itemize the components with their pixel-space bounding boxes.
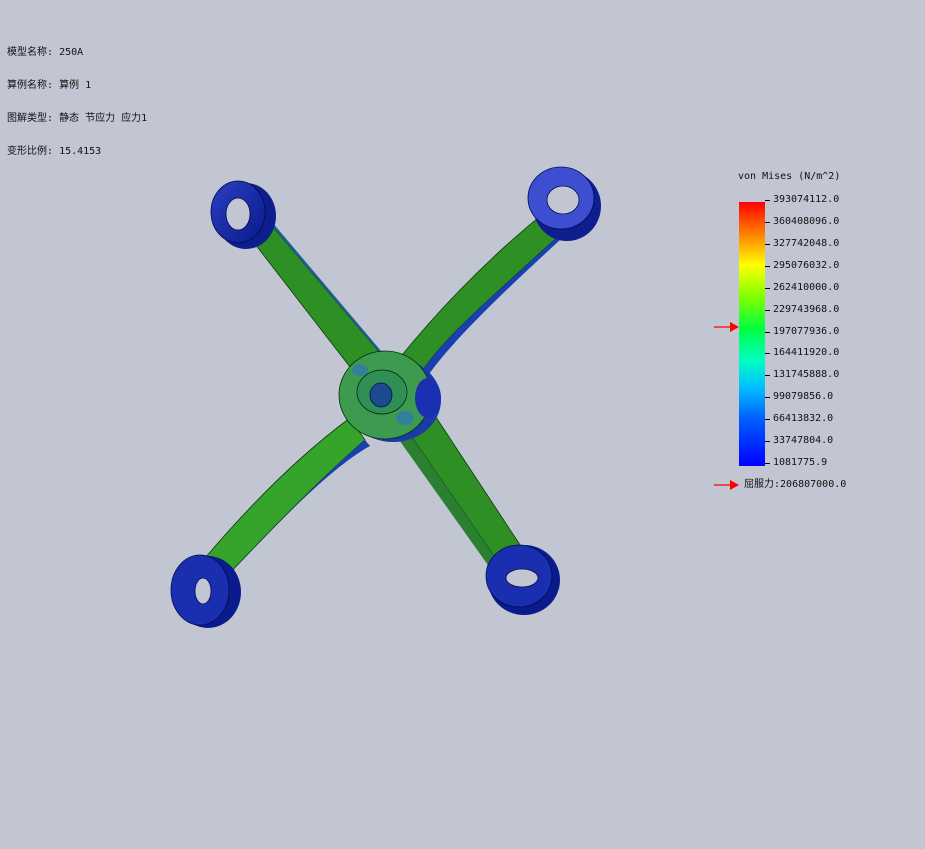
arm-top-right	[397, 211, 566, 376]
hub-blue-patch-1	[352, 364, 368, 376]
legend-tick	[765, 375, 770, 376]
yield-strength-value: 206807000.0	[780, 479, 847, 490]
yield-arrow	[714, 480, 739, 490]
legend-tick	[765, 332, 770, 333]
legend-tick-label: 131745888.0	[773, 369, 840, 380]
arm-top-right-underside	[420, 230, 565, 380]
legend-tick-label: 1081775.9	[773, 457, 828, 468]
legend-color-bar	[739, 202, 765, 466]
boss-bottom-right	[485, 544, 560, 615]
legend-title: von Mises (N/m^2)	[738, 171, 841, 182]
legend-tick-label: 360408096.0	[773, 216, 840, 227]
legend-tick	[765, 441, 770, 442]
yield-strength-label: 屈服力:	[744, 479, 781, 490]
legend-tick	[765, 310, 770, 311]
legend-tick-label: 295076032.0	[773, 260, 840, 271]
legend-tick-label: 327742048.0	[773, 238, 840, 249]
legend-tick-label: 33747804.0	[773, 435, 834, 446]
hub-side-boss	[415, 378, 441, 418]
legend-tick	[765, 244, 770, 245]
legend-tick	[765, 463, 770, 464]
legend-tick-label: 66413832.0	[773, 413, 834, 424]
legend-current-value-arrow	[714, 322, 739, 332]
arm-bottom-left	[204, 417, 366, 576]
legend-tick-label: 164411920.0	[773, 347, 840, 358]
legend-tick	[765, 222, 770, 223]
legend-tick-label: 393074112.0	[773, 194, 840, 205]
legend-tick-label: 99079856.0	[773, 391, 834, 402]
yield-strength-text: 屈服力:206807000.0	[744, 479, 846, 491]
legend-tick	[765, 200, 770, 201]
boss-bottom-left	[170, 554, 241, 628]
hub-blue-patch-2	[396, 411, 414, 425]
arm-top-left-underside	[262, 214, 392, 364]
boss-top-left	[210, 180, 276, 249]
legend-tick-label: 262410000.0	[773, 282, 840, 293]
legend-tick-label: 197077936.0	[773, 326, 840, 337]
legend-tick-label: 229743968.0	[773, 304, 840, 315]
legend-tick	[765, 353, 770, 354]
hub-hole	[369, 382, 393, 408]
legend-tick	[765, 419, 770, 420]
legend-tick	[765, 288, 770, 289]
legend-tick	[765, 397, 770, 398]
legend-tick	[765, 266, 770, 267]
spider-fitting-model	[170, 166, 601, 628]
